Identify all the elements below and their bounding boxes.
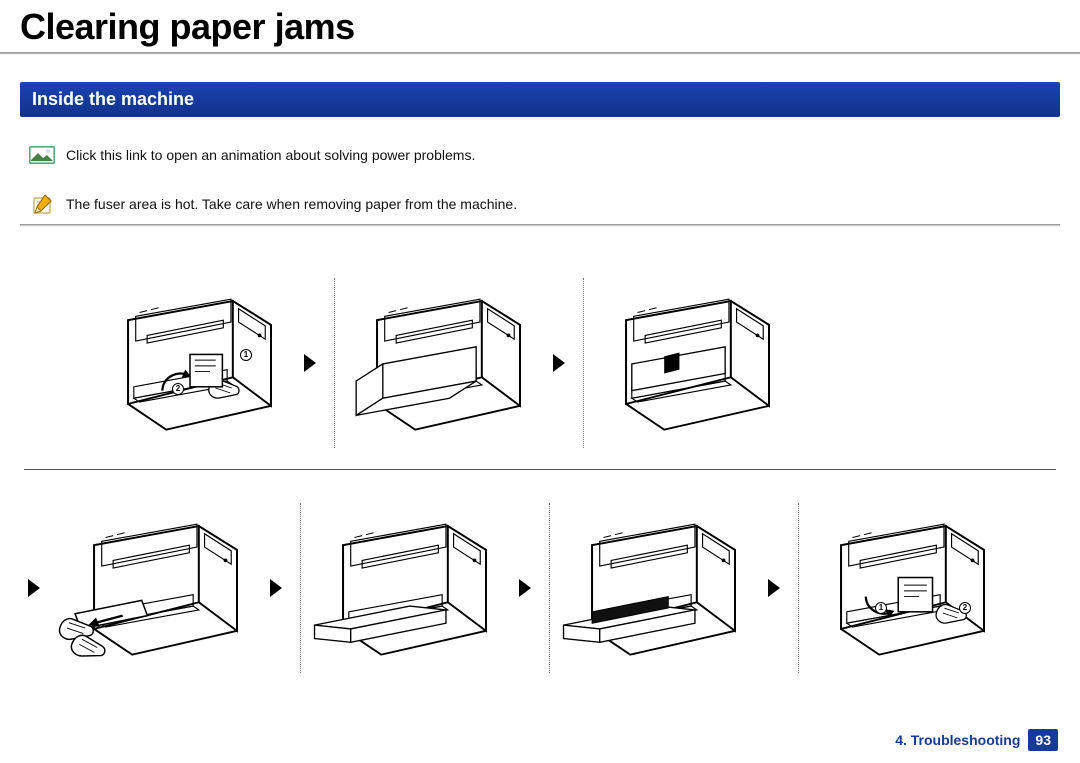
step-separator	[583, 278, 584, 448]
arrow-icon	[519, 579, 531, 597]
diagram-step-5	[305, 498, 505, 678]
pencil-note-icon	[28, 194, 56, 214]
page-footer: 4. Troubleshooting 93	[895, 729, 1058, 751]
arrow-icon	[28, 579, 40, 597]
animation-link-text: Click this link to open an animation abo…	[66, 145, 475, 166]
diagram-step-2	[339, 273, 539, 453]
diagram-row-1: 1 2	[24, 273, 1056, 453]
step-separator	[300, 503, 301, 673]
animation-link-row[interactable]: Click this link to open an animation abo…	[20, 141, 1060, 176]
caution-note-row: The fuser area is hot. Take care when re…	[20, 190, 1060, 223]
diagram-row-2: 1 2	[24, 498, 1056, 678]
step-separator	[798, 503, 799, 673]
section-heading: Inside the machine	[20, 82, 1060, 117]
footer-page-number: 93	[1028, 729, 1058, 751]
arrow-icon	[768, 579, 780, 597]
page-title: Clearing paper jams	[0, 0, 1080, 52]
caution-note-text: The fuser area is hot. Take care when re…	[66, 194, 517, 215]
step-separator	[549, 503, 550, 673]
arrow-icon	[270, 579, 282, 597]
note-divider	[20, 224, 1060, 227]
diagram-step-4	[56, 498, 256, 678]
diagram-step-1: 1 2	[90, 273, 290, 453]
row-divider	[24, 469, 1056, 470]
step-separator	[334, 278, 335, 448]
diagram-step-6	[554, 498, 754, 678]
diagram-step-3	[588, 273, 788, 453]
arrow-icon	[553, 354, 565, 372]
arrow-icon	[304, 354, 316, 372]
picture-icon	[28, 145, 56, 165]
diagram-step-7: 1 2	[803, 498, 1003, 678]
footer-chapter: 4. Troubleshooting	[895, 732, 1020, 748]
